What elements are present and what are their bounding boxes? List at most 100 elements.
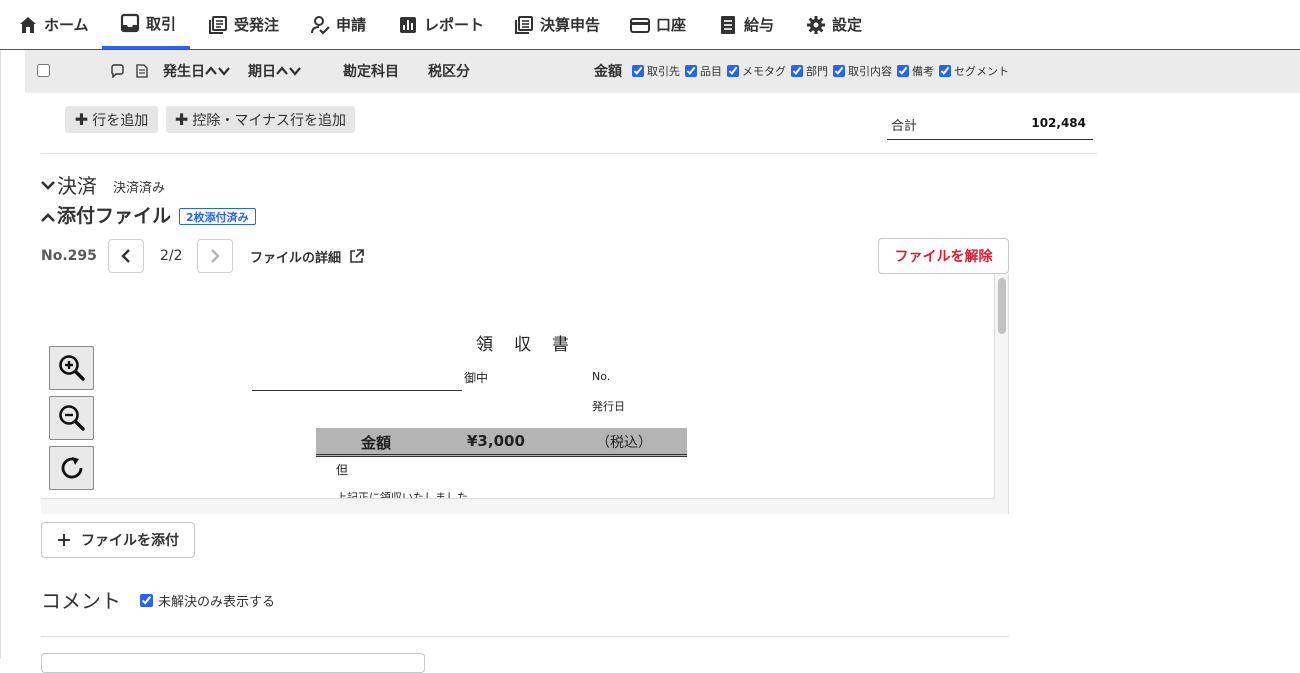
proviso-label: 但 (336, 463, 349, 477)
nav-closing-label: 決算申告 (540, 16, 601, 34)
top-navigation: ホーム 取引 受発注 申請 レポート 決算申告 口座 給与 設定 (0, 0, 1300, 50)
nav-closing[interactable]: 決算申告 (514, 0, 600, 49)
nav-payroll-label: 給与 (744, 16, 775, 34)
payroll-icon (721, 15, 735, 34)
toggle-department-checkbox[interactable] (791, 64, 803, 77)
plus-icon: ✚ (74, 110, 89, 129)
chart-icon (400, 16, 416, 33)
select-all-checkbox[interactable] (37, 64, 50, 77)
table-header: 発生日 期日 勘定科目 税区分 金額 取引先 品目 メモタグ 部門 取引内容 備… (25, 50, 1300, 93)
file-page-indicator: 2/2 (160, 248, 183, 264)
receipt-number-label: No. (592, 370, 611, 383)
nav-accounts-label: 口座 (656, 16, 687, 34)
receipt-document: 領 収 書 御中 No. 発行日 金額 ¥3,000 （税込） 但 上記正に領収… (41, 274, 995, 499)
zoom-out-button[interactable] (49, 396, 94, 440)
chevron-up-icon (41, 212, 55, 222)
divider (41, 636, 1009, 637)
toggle-memo-tag[interactable]: メモタグ (727, 50, 786, 91)
add-deduction-row-label: 控除・マイナス行を追加 (192, 112, 347, 129)
chevron-left-icon (121, 249, 130, 263)
attachments-toggle[interactable]: 添付ファイル (41, 201, 171, 228)
nav-orders[interactable]: 受発注 (208, 0, 279, 49)
comment-icon (111, 63, 124, 78)
settlement-title: 決済 (57, 174, 97, 198)
toggle-department[interactable]: 部門 (791, 50, 828, 91)
nav-transactions[interactable]: 取引 (102, 0, 190, 49)
col-issue-date-label: 発生日 (163, 63, 205, 80)
external-link-icon (350, 249, 364, 263)
toggle-item-label: 品目 (700, 64, 722, 78)
home-icon (20, 16, 36, 33)
nav-transactions-label: 取引 (146, 14, 177, 33)
nav-reports[interactable]: レポート (398, 0, 484, 49)
file-details-label: ファイルの詳細 (250, 251, 342, 266)
sort-icon (276, 65, 301, 76)
rotate-icon (61, 457, 82, 479)
toggle-item-checkbox[interactable] (685, 64, 697, 77)
toggle-partner[interactable]: 取引先 (632, 50, 680, 91)
nav-requests[interactable]: 申請 (310, 0, 366, 49)
rotate-button[interactable] (49, 446, 94, 490)
toggle-notes-checkbox[interactable] (897, 64, 909, 77)
nav-reports-label: レポート (424, 16, 485, 34)
col-due-date-label: 期日 (248, 63, 276, 80)
amount-label: 金額 (361, 434, 392, 452)
toggle-description[interactable]: 取引内容 (833, 50, 892, 91)
nav-home[interactable]: ホーム (18, 0, 89, 49)
attach-file-label: ファイルを添付 (81, 533, 179, 549)
gear-icon (807, 15, 825, 34)
comment-col-cell (110, 50, 124, 91)
zoom-in-button[interactable] (49, 346, 94, 390)
next-file-button[interactable] (197, 239, 233, 273)
receipt-icon (136, 63, 148, 78)
select-all-cell (37, 50, 50, 91)
total-value: 102,484 (1031, 116, 1086, 130)
nav-orders-label: 受発注 (234, 16, 280, 34)
zoom-out-icon (58, 405, 85, 431)
settlement-toggle[interactable]: 決済 (41, 170, 97, 199)
col-due-date[interactable]: 期日 (248, 50, 302, 91)
toggle-segment-checkbox[interactable] (939, 64, 951, 77)
receipt-title: 領 収 書 (476, 335, 571, 355)
file-details-link[interactable]: ファイルの詳細 (250, 247, 364, 266)
document-icon (515, 15, 533, 34)
col-account: 勘定科目 (343, 63, 399, 80)
toggle-partner-label: 取引先 (647, 64, 680, 78)
chevron-right-icon (211, 249, 220, 263)
add-row-button[interactable]: ✚ 行を追加 (65, 106, 158, 133)
toggle-notes-label: 備考 (912, 64, 934, 78)
settlement-status: 決済済み (113, 181, 166, 196)
comment-input[interactable] (41, 653, 425, 673)
file-number: No.295 (41, 248, 97, 264)
toggle-description-label: 取引内容 (848, 64, 892, 78)
col-issue-date[interactable]: 発生日 (163, 50, 231, 91)
nav-settings[interactable]: 設定 (806, 0, 862, 49)
nav-home-label: ホーム (44, 16, 89, 34)
divider (41, 153, 1097, 154)
toggle-partner-checkbox[interactable] (632, 64, 644, 77)
prev-file-button[interactable] (108, 239, 144, 273)
sheet-border (0, 50, 1, 659)
toggle-notes[interactable]: 備考 (897, 50, 934, 91)
nav-payroll[interactable]: 給与 (718, 0, 774, 49)
toggle-segment[interactable]: セグメント (939, 50, 1009, 91)
chevron-down-icon (41, 180, 55, 190)
toggle-memo-tag-checkbox[interactable] (727, 64, 739, 77)
unresolved-only-label: 未解決のみ表示する (158, 595, 276, 610)
attach-file-button[interactable]: ファイルを添付 (41, 522, 195, 558)
attachment-count-badge: 2枚添付済み (179, 208, 256, 225)
toggle-item[interactable]: 品目 (685, 50, 722, 91)
add-deduction-row-button[interactable]: ✚ 控除・マイナス行を追加 (166, 106, 355, 133)
col-amount: 金額 (594, 63, 622, 80)
nav-accounts[interactable]: 口座 (630, 0, 686, 49)
unresolved-only-checkbox[interactable] (140, 594, 153, 607)
toggle-memo-tag-label: メモタグ (742, 64, 786, 78)
recipient-suffix: 御中 (464, 371, 489, 385)
toggle-description-checkbox[interactable] (833, 64, 845, 77)
unresolved-only-toggle[interactable]: 未解決のみ表示する (140, 591, 275, 610)
detach-file-button[interactable]: ファイルを解除 (878, 238, 1009, 274)
receipt-col-cell (136, 50, 148, 91)
add-row-label: 行を追加 (92, 112, 149, 129)
preview-scrollbar[interactable] (998, 278, 1006, 334)
card-icon (630, 17, 650, 33)
